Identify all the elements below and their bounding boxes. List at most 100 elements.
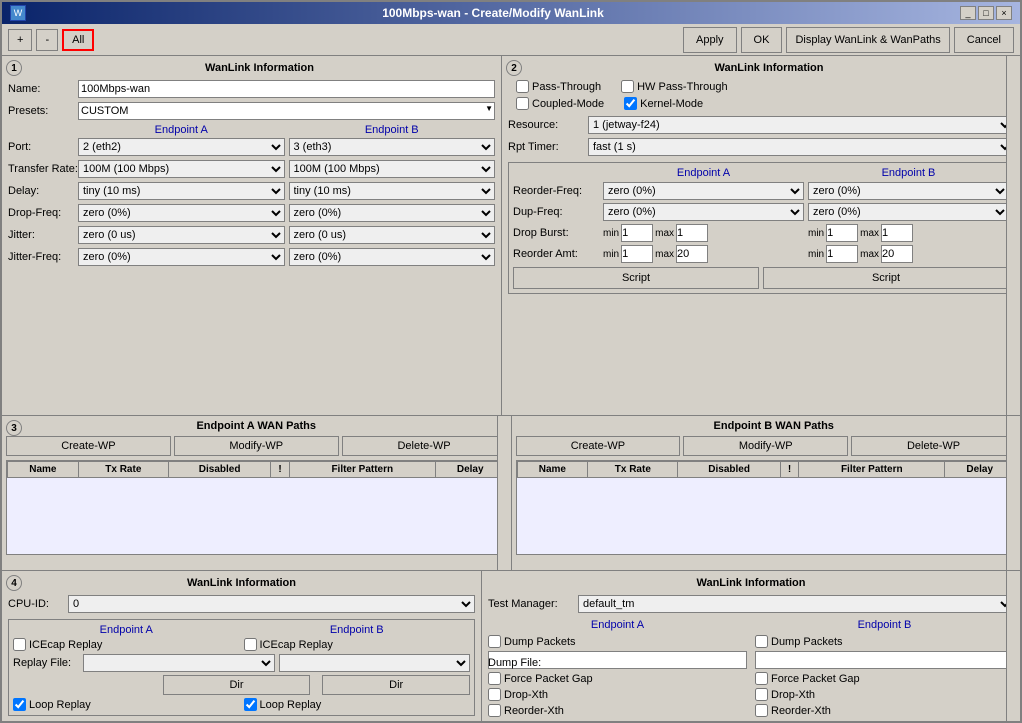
dup-freq-b[interactable]: zero (0%) <box>808 203 1009 221</box>
icecap-a-check[interactable] <box>13 638 26 651</box>
kernel-check[interactable] <box>624 97 637 110</box>
loop-b-check[interactable] <box>244 698 257 711</box>
delay-b-select[interactable]: tiny (10 ms) <box>289 182 496 200</box>
wan-a-scrollbar[interactable] <box>497 416 511 570</box>
coupled-item: Coupled-Mode <box>516 97 604 110</box>
main-content: 1 WanLink Information Name: Presets: CUS… <box>2 56 1020 723</box>
minimize-button[interactable]: _ <box>960 6 976 20</box>
ok-button[interactable]: OK <box>741 27 783 53</box>
name-input[interactable] <box>78 80 495 98</box>
wan-b-scrollbar[interactable] <box>1006 416 1020 570</box>
port-b-select[interactable]: 3 (eth3) <box>289 138 496 156</box>
hw-passthrough-check[interactable] <box>621 80 634 93</box>
icecap-b-check[interactable] <box>244 638 257 651</box>
reorder-amt-b-max[interactable] <box>881 245 913 263</box>
cpu-label: CPU-ID: <box>8 598 68 610</box>
jitterfreq-b-select[interactable]: zero (0%) <box>289 248 496 266</box>
drop-burst-b-max[interactable] <box>881 224 913 242</box>
reorder-amt-b-min[interactable] <box>826 245 858 263</box>
modify-wp-b-button[interactable]: Modify-WP <box>683 436 848 456</box>
reorder-xth-b-check[interactable] <box>755 704 768 717</box>
dump-file-b-row <box>755 651 1014 669</box>
ep-bottom-b-header: Endpoint B <box>244 624 471 636</box>
add-button[interactable]: + <box>8 29 32 51</box>
maximize-button[interactable]: □ <box>978 6 994 20</box>
all-button[interactable]: All <box>62 29 94 51</box>
force-gap-a-check[interactable] <box>488 672 501 685</box>
passthrough-check[interactable] <box>516 80 529 93</box>
col-delay-a: Delay <box>435 462 505 478</box>
script-a-button[interactable]: Script <box>513 267 759 289</box>
delete-wp-b-button[interactable]: Delete-WP <box>851 436 1016 456</box>
dir-b-button[interactable]: Dir <box>322 675 470 695</box>
remove-button[interactable]: - <box>36 29 58 51</box>
transfer-b-select[interactable]: 100M (100 Mbps) <box>289 160 496 178</box>
presets-select[interactable]: CUSTOM <box>78 102 495 120</box>
coupled-check[interactable] <box>516 97 529 110</box>
test-manager-label: Test Manager: <box>488 598 578 610</box>
cancel-button[interactable]: Cancel <box>954 27 1014 53</box>
transfer-a-select[interactable]: 100M (100 Mbps) <box>78 160 285 178</box>
close-button[interactable]: × <box>996 6 1012 20</box>
window-title: 100Mbps-wan - Create/Modify WanLink <box>26 6 960 20</box>
col-excl-a: ! <box>271 462 289 478</box>
reorder-amt-a-min[interactable] <box>621 245 653 263</box>
jitter-a-select[interactable]: zero (0 us) <box>78 226 285 244</box>
bottom-right-scrollbar[interactable] <box>1006 571 1020 723</box>
cpu-select[interactable]: 0 <box>68 595 475 613</box>
modify-wp-a-button[interactable]: Modify-WP <box>174 436 339 456</box>
loop-b-label: Loop Replay <box>260 699 322 711</box>
resource-select[interactable]: 1 (jetway-f24) <box>588 116 1014 134</box>
reorder-amt-b-max-lbl: max <box>860 249 879 260</box>
endpoint-a-header: Endpoint A <box>78 124 285 136</box>
force-gap-a-label: Force Packet Gap <box>504 673 593 685</box>
dump-file-b-input[interactable] <box>755 651 1014 669</box>
jitterfreq-a-select[interactable]: zero (0%) <box>78 248 285 266</box>
dropfreq-row: Drop-Freq: zero (0%) zero (0%) <box>8 204 495 222</box>
col-name-b: Name <box>517 462 588 478</box>
loop-a-label: Loop Replay <box>29 699 91 711</box>
test-manager-select[interactable]: default_tm <box>578 595 1014 613</box>
loop-a-check[interactable] <box>13 698 26 711</box>
replay-a-select[interactable] <box>83 654 275 672</box>
reorder-freq-a[interactable]: zero (0%) <box>603 182 804 200</box>
main-window: W 100Mbps-wan - Create/Modify WanLink _ … <box>0 0 1022 723</box>
endpoint-b-header: Endpoint B <box>289 124 496 136</box>
panel2-scrollbar[interactable] <box>1006 56 1020 415</box>
replay-b-select[interactable] <box>279 654 471 672</box>
test-manager-row: Test Manager: default_tm <box>488 595 1014 613</box>
reorder-freq-b[interactable]: zero (0%) <box>808 182 1009 200</box>
reorder-freq-label: Reorder-Freq: <box>513 185 603 197</box>
dir-a-button[interactable]: Dir <box>163 675 311 695</box>
delay-a-select[interactable]: tiny (10 ms) <box>78 182 285 200</box>
dropfreq-b-select[interactable]: zero (0%) <box>289 204 496 222</box>
drop-burst-b-min[interactable] <box>826 224 858 242</box>
bottom-right-header: WanLink Information <box>488 577 1014 589</box>
dump-packets-b-check[interactable] <box>755 635 768 648</box>
port-a-select[interactable]: 2 (eth2) <box>78 138 285 156</box>
display-button[interactable]: Display WanLink & WanPaths <box>786 27 949 53</box>
right-ep-a-header: Endpoint A <box>488 619 747 631</box>
reorder-amt-a-max[interactable] <box>676 245 708 263</box>
create-wp-a-button[interactable]: Create-WP <box>6 436 171 456</box>
drop-xth-a-check[interactable] <box>488 688 501 701</box>
drop-burst-a-max[interactable] <box>676 224 708 242</box>
jitter-b-select[interactable]: zero (0 us) <box>289 226 496 244</box>
jitter-row: Jitter: zero (0 us) zero (0 us) <box>8 226 495 244</box>
delete-wp-a-button[interactable]: Delete-WP <box>342 436 507 456</box>
apply-button[interactable]: Apply <box>683 27 737 53</box>
script-b-button[interactable]: Script <box>763 267 1009 289</box>
dropfreq-a-select[interactable]: zero (0%) <box>78 204 285 222</box>
col-excl-b: ! <box>780 462 798 478</box>
drop-xth-b-check[interactable] <box>755 688 768 701</box>
reorder-amt-a-max-lbl: max <box>655 249 674 260</box>
reorder-xth-a-row: Reorder-Xth <box>488 704 747 717</box>
force-gap-b-check[interactable] <box>755 672 768 685</box>
ep2-a-header: Endpoint A <box>603 167 804 179</box>
dup-freq-a[interactable]: zero (0%) <box>603 203 804 221</box>
create-wp-b-button[interactable]: Create-WP <box>516 436 681 456</box>
reorder-xth-a-check[interactable] <box>488 704 501 717</box>
dump-packets-a-check[interactable] <box>488 635 501 648</box>
rpt-timer-select[interactable]: fast (1 s) <box>588 138 1014 156</box>
drop-burst-a-min[interactable] <box>621 224 653 242</box>
